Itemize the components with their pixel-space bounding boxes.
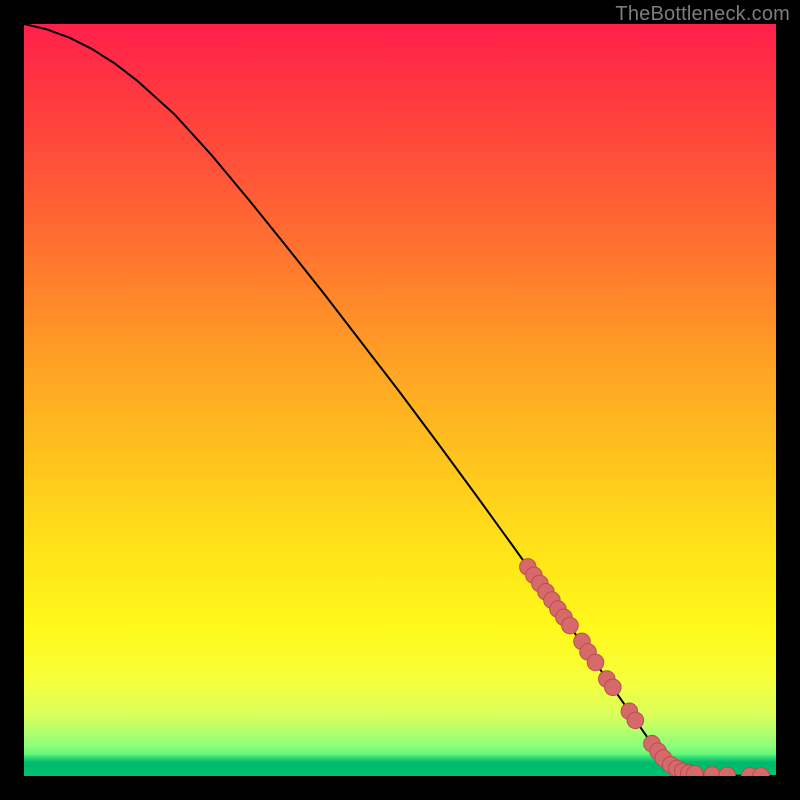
curve-marker	[605, 679, 622, 696]
chart-stage: TheBottleneck.com	[0, 0, 800, 800]
plot-area	[24, 24, 776, 776]
curve-markers	[520, 559, 770, 776]
curve-marker	[719, 767, 736, 776]
curve-marker	[704, 767, 721, 776]
curve-marker	[753, 768, 770, 776]
bottleneck-curve	[24, 24, 776, 776]
watermark-text: TheBottleneck.com	[615, 3, 790, 26]
curve-marker	[627, 712, 644, 729]
curve-marker	[562, 617, 579, 634]
curve-marker	[587, 654, 604, 671]
chart-overlay-svg	[24, 24, 776, 776]
